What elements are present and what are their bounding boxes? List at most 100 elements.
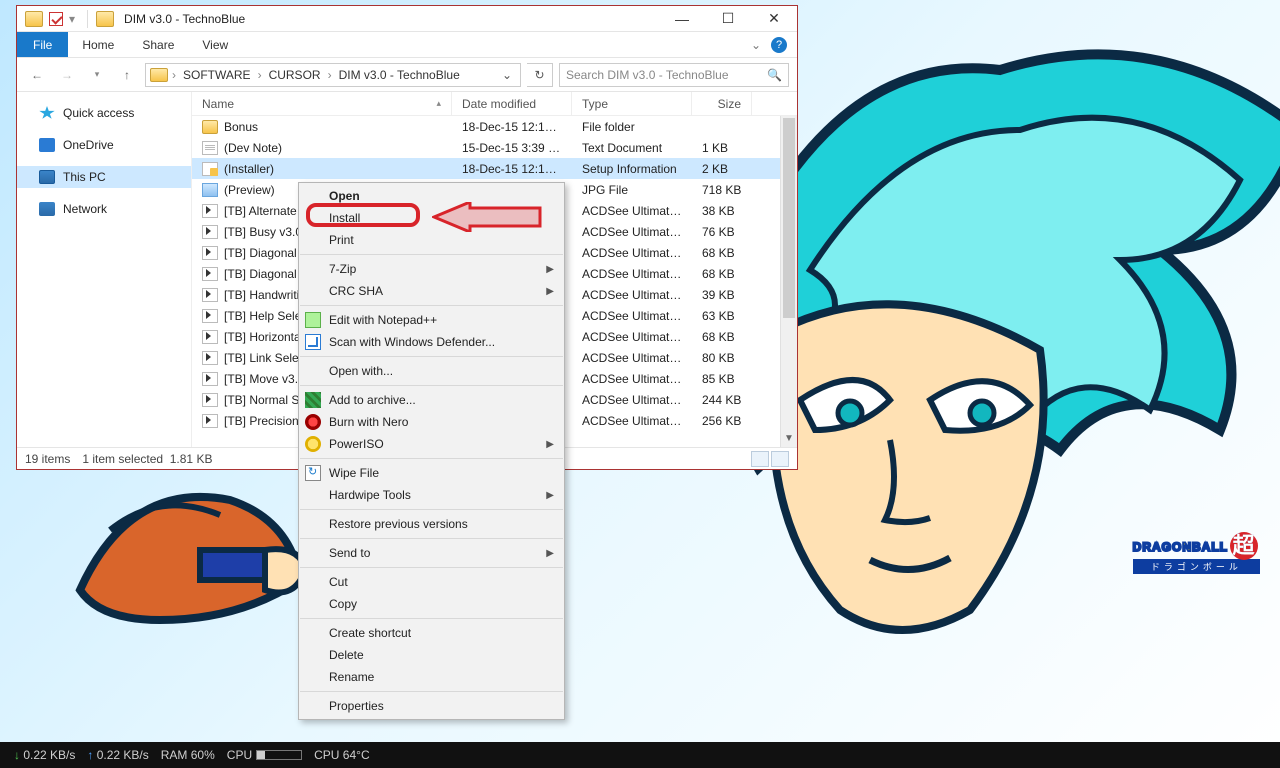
menu-item[interactable]: Delete [299, 644, 564, 666]
sidebar-item[interactable]: Quick access [17, 102, 191, 124]
menu-item[interactable]: 7-Zip▶ [299, 258, 564, 280]
breadcrumb[interactable]: DIM v3.0 - TechnoBlue [336, 68, 463, 82]
caret-icon[interactable]: › [170, 68, 178, 82]
caret-icon[interactable]: › [326, 68, 334, 82]
menu-item[interactable]: Send to▶ [299, 542, 564, 564]
menu-separator [300, 254, 563, 255]
file-icon [202, 267, 218, 281]
scroll-down-icon[interactable]: ▼ [781, 430, 797, 447]
thumbnails-view-button[interactable] [771, 451, 789, 467]
menu-item[interactable]: Print [299, 229, 564, 251]
file-icon [202, 414, 218, 428]
file-row[interactable]: (Dev Note)15-Dec-15 3:39 PMText Document… [192, 137, 797, 158]
menu-icon [305, 312, 321, 328]
menu-label: Create shortcut [329, 626, 411, 640]
menu-label: CRC SHA [329, 284, 383, 298]
wallpaper-arm [70, 470, 310, 630]
sidebar-item[interactable]: Network [17, 198, 191, 220]
sidebar-item[interactable]: OneDrive [17, 134, 191, 156]
submenu-arrow-icon: ▶ [546, 490, 554, 501]
sidebar-icon [39, 170, 55, 184]
file-name: [TB] Diagonal R [224, 246, 309, 260]
file-size: 718 KB [692, 183, 752, 197]
file-tab[interactable]: File [17, 32, 68, 57]
recent-dropdown-icon[interactable]: ▾ [85, 63, 109, 87]
menu-item[interactable]: Copy [299, 593, 564, 615]
menu-label: Delete [329, 648, 364, 662]
status-selection: 1 item selected 1.81 KB [82, 452, 212, 466]
menu-item[interactable]: Add to archive... [299, 389, 564, 411]
col-name[interactable]: Name▴ [192, 92, 452, 115]
tab-share[interactable]: Share [128, 32, 188, 57]
menu-label: Open [329, 189, 360, 203]
menu-item[interactable]: Scan with Windows Defender... [299, 331, 564, 353]
menu-item[interactable]: Cut [299, 571, 564, 593]
breadcrumb[interactable]: CURSOR [266, 68, 324, 82]
ribbon-expand-icon[interactable]: ⌄ [751, 38, 761, 52]
file-icon [202, 162, 218, 176]
tab-home[interactable]: Home [68, 32, 128, 57]
tab-view[interactable]: View [188, 32, 242, 57]
titlebar[interactable]: ▾ DIM v3.0 - TechnoBlue — ☐ ✕ [17, 6, 797, 32]
file-type: ACDSee Ultimate ... [572, 414, 692, 428]
up-button[interactable]: ↑ [115, 63, 139, 87]
menu-item[interactable]: Edit with Notepad++ [299, 309, 564, 331]
sidebar-item[interactable]: This PC [17, 166, 191, 188]
menu-item[interactable]: Hardwipe Tools▶ [299, 484, 564, 506]
breadcrumb[interactable]: SOFTWARE [180, 68, 254, 82]
menu-item[interactable]: Wipe File [299, 462, 564, 484]
maximize-button[interactable]: ☐ [705, 6, 751, 32]
net-up: ↑ 0.22 KB/s [87, 748, 148, 762]
menu-label: PowerISO [329, 437, 384, 451]
file-name: (Preview) [224, 183, 275, 197]
quick-access-toolbar: ▾ [17, 11, 83, 27]
search-placeholder: Search DIM v3.0 - TechnoBlue [566, 68, 729, 82]
forward-button[interactable]: → [55, 63, 79, 87]
file-name: [TB] Diagonal R [224, 267, 309, 281]
file-type: ACDSee Ultimate ... [572, 351, 692, 365]
col-date[interactable]: Date modified [452, 92, 572, 115]
menu-item[interactable]: Rename [299, 666, 564, 688]
menu-icon [305, 414, 321, 430]
minimize-button[interactable]: — [659, 6, 705, 32]
file-size: 2 KB [692, 162, 752, 176]
menu-label: Open with... [329, 364, 393, 378]
back-button[interactable]: ← [25, 63, 49, 87]
scrollbar[interactable]: ▲ ▼ [780, 116, 797, 447]
file-row[interactable]: (Installer)18-Dec-15 12:14 AMSetup Infor… [192, 158, 797, 179]
file-size: 76 KB [692, 225, 752, 239]
menu-separator [300, 509, 563, 510]
address-bar[interactable]: › SOFTWARE › CURSOR › DIM v3.0 - TechnoB… [145, 63, 521, 87]
file-size: 68 KB [692, 267, 752, 281]
menu-separator [300, 356, 563, 357]
menu-item[interactable]: Burn with Nero [299, 411, 564, 433]
file-row[interactable]: Bonus18-Dec-15 12:16 AMFile folder [192, 116, 797, 137]
menu-label: 7-Zip [329, 262, 356, 276]
menu-item[interactable]: CRC SHA▶ [299, 280, 564, 302]
menu-item[interactable]: Open with... [299, 360, 564, 382]
search-input[interactable]: Search DIM v3.0 - TechnoBlue 🔍 [559, 63, 789, 87]
details-view-button[interactable] [751, 451, 769, 467]
menu-item[interactable]: PowerISO▶ [299, 433, 564, 455]
qat-dropdown-icon[interactable]: ▾ [69, 12, 75, 26]
qat-properties-icon[interactable] [49, 12, 63, 26]
file-size: 85 KB [692, 372, 752, 386]
submenu-arrow-icon: ▶ [546, 548, 554, 559]
refresh-button[interactable]: ↻ [527, 63, 553, 87]
menu-item[interactable]: Properties [299, 695, 564, 717]
menu-item[interactable]: Open [299, 185, 564, 207]
menu-item[interactable]: Create shortcut [299, 622, 564, 644]
col-type[interactable]: Type [572, 92, 692, 115]
menu-item[interactable]: Restore previous versions [299, 513, 564, 535]
scrollbar-thumb[interactable] [783, 118, 795, 318]
menu-label: Burn with Nero [329, 415, 408, 429]
address-dropdown-icon[interactable]: ⌄ [498, 68, 516, 82]
menu-separator [300, 618, 563, 619]
menu-item[interactable]: Install [299, 207, 564, 229]
window-title: DIM v3.0 - TechnoBlue [124, 12, 245, 26]
caret-icon[interactable]: › [256, 68, 264, 82]
close-button[interactable]: ✕ [751, 6, 797, 32]
help-icon[interactable]: ? [771, 37, 787, 53]
col-size[interactable]: Size [692, 92, 752, 115]
net-down: ↓ 0.22 KB/s [14, 748, 75, 762]
